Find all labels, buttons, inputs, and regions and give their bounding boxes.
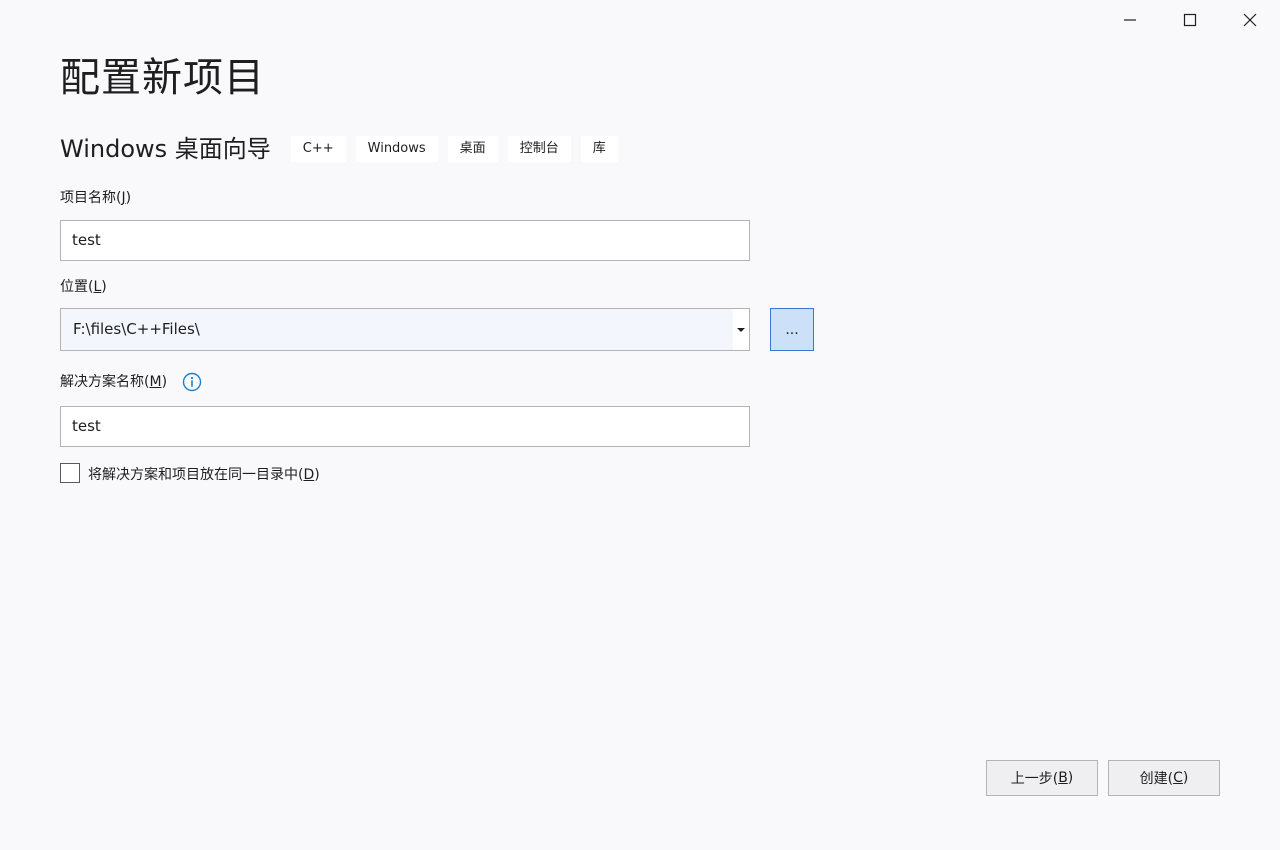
create-button[interactable]: 创建(C) — [1108, 760, 1220, 796]
location-label: 位置(L) — [60, 279, 107, 295]
solution-name-input[interactable]: test — [60, 406, 750, 447]
template-name: Windows 桌面向导 — [60, 135, 271, 163]
window-controls — [1100, 0, 1280, 40]
maximize-icon — [1183, 13, 1197, 27]
maximize-button[interactable] — [1160, 0, 1220, 40]
template-tag: Windows — [355, 136, 438, 162]
template-tag: 控制台 — [507, 136, 571, 162]
same-directory-checkbox[interactable] — [60, 463, 80, 483]
close-button[interactable] — [1220, 0, 1280, 40]
location-dropdown-button[interactable] — [733, 309, 749, 350]
same-directory-label[interactable]: 将解决方案和项目放在同一目录中(D) — [88, 465, 320, 485]
back-button[interactable]: 上一步(B) — [986, 760, 1098, 796]
project-name-input[interactable]: test — [60, 220, 750, 261]
template-tag: C++ — [290, 136, 346, 162]
close-icon — [1243, 13, 1257, 27]
info-icon[interactable] — [182, 372, 202, 392]
minimize-button[interactable] — [1100, 0, 1160, 40]
project-name-label: 项目名称(J) — [60, 190, 132, 206]
location-value[interactable]: F:\files\C++Files\ — [61, 309, 733, 350]
minimize-icon — [1124, 19, 1136, 21]
template-tag: 库 — [580, 136, 618, 162]
template-tag: 桌面 — [447, 136, 498, 162]
template-info: Windows 桌面向导 C++ Windows 桌面 控制台 库 — [60, 134, 628, 164]
page-title: 配置新项目 — [60, 55, 265, 101]
browse-button[interactable]: ... — [770, 308, 814, 351]
solution-name-label: 解决方案名称(M) — [60, 374, 168, 390]
location-combobox[interactable]: F:\files\C++Files\ — [60, 308, 750, 351]
caret-down-icon — [737, 327, 745, 332]
